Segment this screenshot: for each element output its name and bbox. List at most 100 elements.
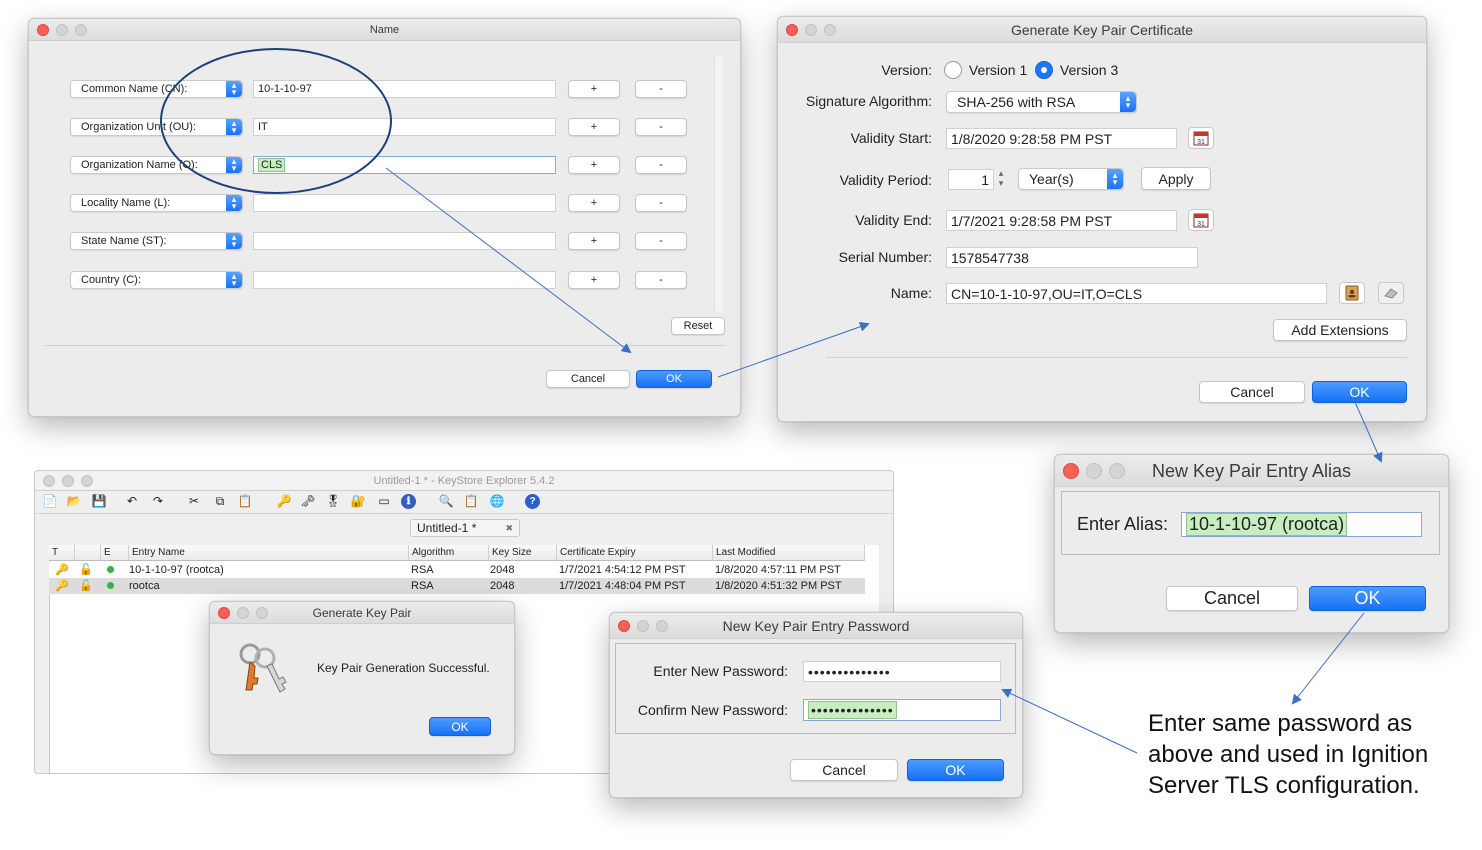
name-value-field[interactable]: 10-1-10-97 bbox=[253, 80, 556, 98]
remove-row-button[interactable]: - bbox=[635, 194, 687, 212]
examine-file-icon[interactable]: 🔍 bbox=[437, 492, 455, 510]
validity-start-field[interactable]: 1/8/2020 9:28:58 PM PST bbox=[946, 128, 1177, 149]
minimize-window-button[interactable] bbox=[1086, 462, 1102, 479]
add-row-button[interactable]: + bbox=[568, 118, 620, 136]
cancel-button[interactable]: Cancel bbox=[1166, 586, 1298, 611]
name-value-field[interactable] bbox=[253, 232, 556, 250]
undo-icon[interactable]: ↶ bbox=[123, 492, 141, 510]
ok-button[interactable]: OK bbox=[1312, 381, 1407, 403]
name-type-select[interactable]: Country (C): ▴ ▾ bbox=[70, 271, 243, 289]
name-field[interactable]: CN=10-1-10-97,OU=IT,O=CLS bbox=[946, 283, 1327, 304]
column-header[interactable]: Certificate Expiry bbox=[557, 545, 713, 561]
add-extensions-button[interactable]: Add Extensions bbox=[1273, 319, 1407, 341]
close-window-button[interactable] bbox=[43, 474, 55, 487]
column-header[interactable]: T bbox=[49, 545, 75, 561]
remove-row-button[interactable]: - bbox=[635, 80, 687, 98]
minimize-window-button[interactable] bbox=[237, 606, 249, 619]
close-window-button[interactable] bbox=[618, 619, 630, 632]
keystore-type-icon[interactable]: ▭ bbox=[375, 492, 393, 510]
name-type-select[interactable]: Locality Name (L): ▴ ▾ bbox=[70, 194, 243, 212]
period-unit-select[interactable]: Year(s) ▴ ▾ bbox=[1018, 168, 1124, 190]
save-icon[interactable]: 💾 bbox=[90, 492, 108, 510]
table-row[interactable]: 🔑 🔓 10-1-10-97 (rootca) RSA 2048 1/7/202… bbox=[49, 562, 865, 578]
remove-row-button[interactable]: - bbox=[635, 271, 687, 289]
column-header[interactable]: Key Size bbox=[489, 545, 557, 561]
confirm-password-field[interactable]: •••••••••••••• bbox=[803, 699, 1001, 721]
close-window-button[interactable] bbox=[786, 23, 798, 36]
name-type-select[interactable]: Organization Unit (OU): ▴ ▾ bbox=[70, 118, 243, 136]
reset-button[interactable]: Reset bbox=[671, 317, 725, 335]
copy-icon[interactable]: ⧉ bbox=[211, 492, 229, 510]
zoom-window-button[interactable] bbox=[1109, 462, 1125, 479]
zoom-window-button[interactable] bbox=[824, 23, 836, 36]
minimize-window-button[interactable] bbox=[62, 474, 74, 487]
name-type-select[interactable]: Common Name (CN): ▴ ▾ bbox=[70, 80, 243, 98]
help-icon[interactable]: ? bbox=[525, 494, 540, 509]
close-window-button[interactable] bbox=[37, 23, 49, 36]
address-book-icon[interactable] bbox=[1339, 282, 1365, 304]
close-window-button[interactable] bbox=[1063, 462, 1079, 479]
zoom-window-button[interactable] bbox=[656, 619, 668, 632]
ok-button[interactable]: OK bbox=[636, 370, 712, 388]
minimize-window-button[interactable] bbox=[637, 619, 649, 632]
properties-icon[interactable]: ℹ bbox=[401, 494, 416, 509]
name-value-field[interactable] bbox=[253, 194, 556, 212]
cut-icon[interactable]: ✂ bbox=[185, 492, 203, 510]
zoom-window-button[interactable] bbox=[75, 23, 87, 36]
version-1-radio[interactable]: Version 1 bbox=[944, 61, 1027, 80]
tab-settings[interactable]: Untitled-1 * ✖ bbox=[410, 519, 520, 537]
serial-number-field[interactable]: 1578547738 bbox=[946, 247, 1198, 268]
cancel-button[interactable]: Cancel bbox=[790, 759, 898, 781]
scrollbar[interactable] bbox=[714, 57, 722, 311]
remove-row-button[interactable]: - bbox=[635, 232, 687, 250]
column-header[interactable] bbox=[75, 545, 101, 561]
name-type-select[interactable]: State Name (ST): ▴ ▾ bbox=[70, 232, 243, 250]
remove-row-button[interactable]: - bbox=[635, 156, 687, 174]
table-row[interactable]: 🔑 🔓 rootca RSA 2048 1/7/2021 4:48:04 PM … bbox=[49, 578, 865, 594]
zoom-window-button[interactable] bbox=[81, 474, 93, 487]
ok-button[interactable]: OK bbox=[429, 717, 491, 736]
cancel-button[interactable]: Cancel bbox=[546, 370, 630, 388]
column-header[interactable]: Last Modified bbox=[713, 545, 865, 561]
add-row-button[interactable]: + bbox=[568, 232, 620, 250]
ok-button[interactable]: OK bbox=[907, 759, 1004, 781]
ok-button[interactable]: OK bbox=[1309, 586, 1426, 611]
minimize-window-button[interactable] bbox=[56, 23, 68, 36]
examine-ssl-icon[interactable]: 🌐 bbox=[488, 492, 506, 510]
minimize-window-button[interactable] bbox=[805, 23, 817, 36]
validity-period-field[interactable]: 1 bbox=[948, 169, 994, 190]
calendar-icon[interactable]: 31 bbox=[1188, 127, 1214, 149]
redo-icon[interactable]: ↷ bbox=[149, 492, 167, 510]
generate-keypair-icon[interactable]: 🔑 bbox=[275, 492, 293, 510]
open-folder-icon[interactable]: 📂 bbox=[65, 492, 83, 510]
version-3-radio[interactable]: Version 3 bbox=[1035, 61, 1118, 80]
eraser-icon[interactable] bbox=[1378, 282, 1404, 304]
new-password-field[interactable]: •••••••••••••• bbox=[803, 661, 1001, 682]
add-row-button[interactable]: + bbox=[568, 194, 620, 212]
import-trusted-icon[interactable]: 🎖 bbox=[324, 492, 342, 510]
close-window-button[interactable] bbox=[218, 606, 230, 619]
remove-row-button[interactable]: - bbox=[635, 118, 687, 136]
close-tab-icon[interactable]: ✖ bbox=[505, 520, 513, 537]
paste-icon[interactable]: 📋 bbox=[236, 492, 254, 510]
import-keypair-icon[interactable]: 🔐 bbox=[349, 492, 367, 510]
zoom-window-button[interactable] bbox=[256, 606, 268, 619]
signature-algorithm-select[interactable]: SHA-256 with RSA ▴ ▾ bbox=[946, 91, 1137, 113]
period-stepper-icon[interactable]: ▴ ▾ bbox=[994, 168, 1008, 191]
new-file-icon[interactable]: 📄 bbox=[41, 492, 59, 510]
add-row-button[interactable]: + bbox=[568, 80, 620, 98]
add-row-button[interactable]: + bbox=[568, 156, 620, 174]
validity-end-field[interactable]: 1/7/2021 9:28:58 PM PST bbox=[946, 210, 1177, 231]
column-header[interactable]: E bbox=[101, 545, 129, 561]
add-row-button[interactable]: + bbox=[568, 271, 620, 289]
name-value-field[interactable] bbox=[253, 271, 556, 289]
generate-secret-icon[interactable]: 🗝 bbox=[299, 492, 317, 510]
alias-field[interactable]: 10-1-10-97 (rootca) bbox=[1181, 512, 1422, 537]
name-value-field[interactable]: IT bbox=[253, 118, 556, 136]
name-value-field[interactable]: CLS bbox=[253, 156, 556, 174]
cancel-button[interactable]: Cancel bbox=[1199, 381, 1305, 403]
column-header[interactable]: Entry Name bbox=[129, 545, 409, 561]
apply-button[interactable]: Apply bbox=[1141, 167, 1211, 190]
examine-clipboard-icon[interactable]: 📋 bbox=[462, 492, 480, 510]
calendar-icon[interactable]: 31 bbox=[1188, 209, 1214, 231]
